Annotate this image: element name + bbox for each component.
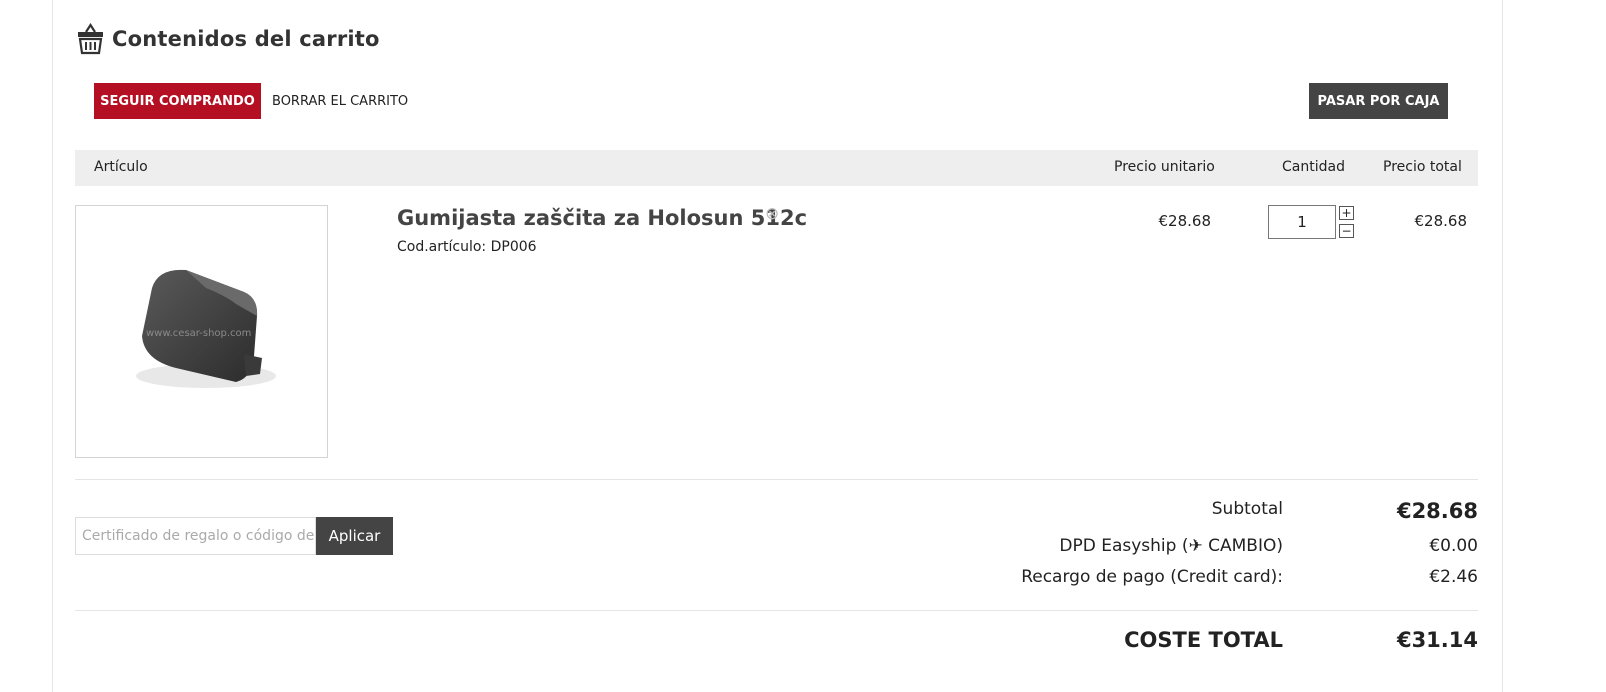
page-title: Contenidos del carrito (112, 27, 380, 51)
row-total-price: €28.68 (1414, 212, 1468, 230)
surcharge-label: Recargo de pago (Credit card): (1021, 567, 1283, 587)
sku-value: DP006 (490, 239, 537, 255)
quantity-input[interactable] (1268, 205, 1336, 239)
unit-price: €28.68 (1158, 212, 1212, 230)
coupon-form: Aplicar (75, 517, 393, 555)
grand-total-value: €31.14 (1396, 628, 1478, 652)
shipping-method: DPD Easyship ( (1059, 536, 1189, 556)
quantity-decrease-button[interactable]: − (1339, 224, 1354, 238)
surcharge-value: €2.46 (1429, 567, 1478, 587)
cart-table-header: Artículo Precio unitario Cantidad Precio… (75, 150, 1478, 186)
header-quantity: Cantidad (1282, 159, 1345, 175)
header-total: Precio total (1383, 159, 1462, 175)
coupon-input[interactable] (75, 517, 316, 555)
clear-cart-button[interactable]: BORRAR EL CARRITO (272, 83, 412, 119)
subtotal-value: €28.68 (1396, 499, 1478, 523)
summary-divider (75, 610, 1478, 611)
sku-label: Cod.artículo: (397, 239, 491, 255)
change-shipping-link[interactable]: ✈ CAMBIO (1188, 536, 1276, 556)
continue-shopping-button[interactable]: SEGUIR COMPRANDO (94, 83, 261, 119)
checkout-button[interactable]: PASAR POR CAJA (1309, 83, 1448, 119)
product-name-link[interactable]: Gumijasta zaščita za Holosun 512c (397, 206, 807, 230)
subtotal-label: Subtotal (1211, 499, 1283, 519)
product-image[interactable]: www.cesar-shop.com (75, 205, 328, 458)
remove-item-icon[interactable]: ⊗ (765, 205, 783, 223)
page-header: Contenidos del carrito (77, 22, 380, 56)
shipping-suffix: ) (1276, 536, 1283, 556)
header-unit-price: Precio unitario (1114, 159, 1215, 175)
shipping-value: €0.00 (1429, 536, 1478, 556)
basket-icon (78, 23, 103, 55)
apply-coupon-button[interactable]: Aplicar (316, 517, 393, 555)
grand-total-label: COSTE TOTAL (1124, 628, 1283, 652)
items-divider (75, 479, 1478, 480)
product-sku: Cod.artículo: DP006 (397, 239, 537, 255)
image-watermark: www.cesar-shop.com (146, 328, 251, 339)
quantity-increase-button[interactable]: + (1339, 206, 1354, 220)
header-item: Artículo (94, 159, 148, 175)
shipping-label: DPD Easyship (✈ CAMBIO) (1059, 536, 1283, 556)
